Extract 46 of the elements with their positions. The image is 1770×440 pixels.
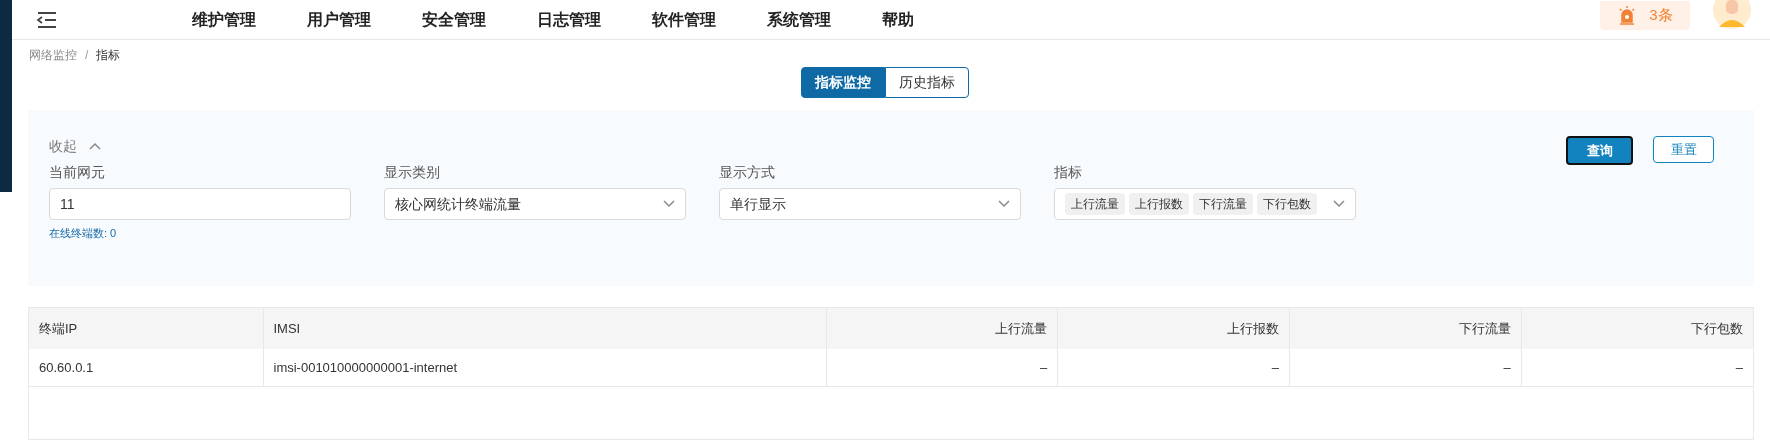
field-label: 显示类别 <box>384 163 441 182</box>
nav-menu-item[interactable]: 软件管理 <box>652 7 720 32</box>
column-header: IMSI <box>263 308 826 349</box>
table-cell: imsi-001010000000001-internet <box>263 349 826 386</box>
select-field[interactable]: 核心网统计终端流量 <box>384 188 686 220</box>
metric-tag: 上行报数 <box>1129 193 1189 215</box>
field-label: 显示方式 <box>719 163 776 182</box>
table-cell: – <box>826 349 1058 386</box>
collapse-icon <box>89 142 101 150</box>
table-cell: – <box>1057 349 1290 386</box>
table-cell: – <box>1289 349 1522 386</box>
column-header: 上行流量 <box>826 308 1058 349</box>
chevron-down-icon <box>998 200 1010 208</box>
nav-menu-item[interactable]: 用户管理 <box>307 7 375 32</box>
reset-button[interactable]: 重置 <box>1653 136 1714 163</box>
online-count-hint: 在线终端数: 0 <box>49 226 118 241</box>
column-header: 下行包数 <box>1521 308 1753 349</box>
collapse-toggle[interactable]: 收起 <box>49 136 1389 156</box>
view-tab[interactable]: 指标监控 <box>801 67 885 98</box>
menu-fold-icon[interactable] <box>36 11 58 28</box>
metric-tag: 下行包数 <box>1257 193 1317 215</box>
nav-menu-item[interactable]: 系统管理 <box>767 7 835 32</box>
chevron-down-icon <box>663 200 675 208</box>
breadcrumb-current: 指标 <box>96 47 121 64</box>
table-cell: – <box>1521 349 1753 386</box>
table-cell: 60.60.0.1 <box>29 349 263 386</box>
network-element-field[interactable]: 11 <box>49 188 351 220</box>
column-header: 下行流量 <box>1289 308 1522 349</box>
column-header: 上行报数 <box>1057 308 1290 349</box>
select-field[interactable]: 单行显示 <box>719 188 1021 220</box>
chevron-down-icon <box>1333 200 1345 208</box>
breadcrumb-link[interactable]: 网络监控 <box>29 46 77 64</box>
metrics-select[interactable]: 上行流量 上行报数 下行流量 下行包数 <box>1054 188 1356 220</box>
breadcrumb-separator: / <box>85 47 89 64</box>
nav-menu-item[interactable]: 帮助 <box>882 7 950 32</box>
nav-menu-item[interactable]: 安全管理 <box>422 7 490 32</box>
metric-tag: 下行流量 <box>1193 193 1253 215</box>
nav-menu-item[interactable]: 日志管理 <box>537 7 605 32</box>
view-tab[interactable]: 历史指标 <box>885 67 969 98</box>
metric-tag: 上行流量 <box>1065 193 1125 215</box>
field-label: 当前网元 <box>49 163 106 182</box>
field-label: 指标 <box>1054 163 1083 182</box>
column-header: 终端IP <box>29 308 263 349</box>
alarm-icon <box>1617 5 1638 25</box>
nav-menu-item[interactable]: 维护管理 <box>192 7 260 32</box>
query-button[interactable]: 查询 <box>1566 136 1633 165</box>
